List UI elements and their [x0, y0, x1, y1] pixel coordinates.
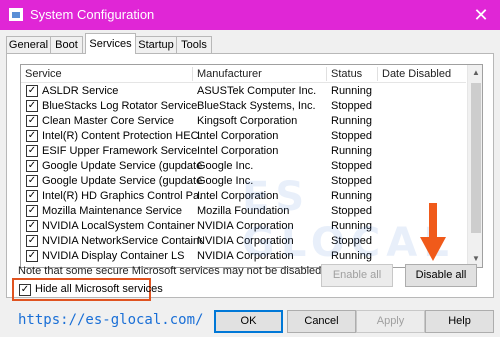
service-manufacturer: Mozilla Foundation [197, 205, 290, 217]
service-status: Running [331, 220, 372, 232]
hide-microsoft-highlight: ✓ Hide all Microsoft services [12, 278, 163, 301]
arrow-down-icon [420, 203, 446, 261]
service-checkbox[interactable]: ✓ [26, 205, 38, 217]
close-icon[interactable]: ✕ [466, 2, 496, 28]
service-checkbox[interactable]: ✓ [26, 235, 38, 247]
scroll-up-icon[interactable]: ▲ [468, 65, 482, 81]
enable-all-button[interactable]: Enable all [321, 264, 393, 287]
service-manufacturer: ASUSTek Computer Inc. [197, 85, 317, 97]
table-row[interactable]: ✓ BlueStacks Log Rotator Service BlueStack… [21, 99, 466, 114]
cancel-button[interactable]: Cancel [287, 310, 356, 333]
table-row[interactable]: ✓ Clean Master Core Service Kingsoft Corpo… [21, 114, 466, 129]
service-manufacturer: Intel Corporation [197, 190, 279, 202]
service-status: Stopped [331, 235, 372, 247]
service-manufacturer: Kingsoft Corporation [197, 115, 298, 127]
list-rows: ✓ ASLDR Service ASUSTek Computer Inc. Runni… [21, 84, 466, 264]
service-checkbox[interactable]: ✓ [26, 145, 38, 157]
service-name: Google Update Service (gupdatem) [42, 175, 202, 187]
table-row[interactable]: ✓ Intel(R) Content Protection HEC... Intel… [21, 129, 466, 144]
tab-tools[interactable]: Tools [176, 36, 212, 53]
column-header-status[interactable]: Status [327, 65, 378, 83]
service-status: Running [331, 145, 372, 157]
service-status: Running [331, 115, 372, 127]
tab-boot[interactable]: Boot [50, 36, 83, 53]
column-header-service[interactable]: Service [21, 65, 191, 83]
service-name: Intel(R) Content Protection HEC... [42, 130, 202, 142]
table-row[interactable]: ✓ Intel(R) HD Graphics Control Pa... Intel… [21, 189, 466, 204]
service-manufacturer: Google Inc. [197, 175, 254, 187]
apply-button[interactable]: Apply [356, 310, 425, 333]
service-name: BlueStacks Log Rotator Service [42, 100, 198, 112]
service-checkbox[interactable]: ✓ [26, 160, 38, 172]
service-manufacturer: Intel Corporation [197, 145, 279, 157]
vertical-scrollbar[interactable]: ▲ ▼ [467, 65, 482, 267]
service-name: Intel(R) HD Graphics Control Pa... [42, 190, 202, 202]
service-manufacturer: Intel Corporation [197, 130, 279, 142]
table-row[interactable]: ✓ NVIDIA LocalSystem Container NVIDIA Corp… [21, 219, 466, 234]
title-bar: System Configuration ✕ [0, 0, 500, 30]
table-row[interactable]: ✓ Mozilla Maintenance Service Mozilla Foun… [21, 204, 466, 219]
scroll-thumb[interactable] [471, 83, 481, 233]
service-manufacturer: NVIDIA Corporation [197, 235, 294, 247]
service-name: Clean Master Core Service [42, 115, 175, 127]
list-header: Service Manufacturer Status Date Disable… [21, 65, 466, 83]
service-checkbox[interactable]: ✓ [26, 190, 38, 202]
service-name: NVIDIA LocalSystem Container [42, 220, 195, 232]
service-checkbox[interactable]: ✓ [26, 175, 38, 187]
column-header-manufacturer[interactable]: Manufacturer [193, 65, 325, 83]
service-manufacturer: NVIDIA Corporation [197, 220, 294, 232]
service-checkbox[interactable]: ✓ [26, 100, 38, 112]
tab-general[interactable]: General [6, 36, 51, 53]
window-title: System Configuration [30, 7, 155, 22]
service-status: Stopped [331, 130, 372, 142]
tab-startup[interactable]: Startup [135, 36, 177, 53]
table-row[interactable]: ✓ Google Update Service (gupdatem) Google … [21, 174, 466, 189]
service-manufacturer: NVIDIA Corporation [197, 250, 294, 262]
service-name: NVIDIA NetworkService Container [42, 235, 202, 247]
service-status: Stopped [331, 100, 372, 112]
service-status: Stopped [331, 205, 372, 217]
system-configuration-icon [9, 8, 23, 21]
column-header-date-disabled[interactable]: Date Disabled [378, 65, 466, 83]
service-checkbox[interactable]: ✓ [26, 220, 38, 232]
service-name: ASLDR Service [42, 85, 119, 97]
service-checkbox[interactable]: ✓ [26, 250, 38, 262]
hide-microsoft-label[interactable]: Hide all Microsoft services [35, 283, 163, 295]
ok-button[interactable]: OK [214, 310, 283, 333]
service-name: ESIF Upper Framework Service [42, 145, 198, 157]
service-manufacturer: BlueStack Systems, Inc. [197, 100, 316, 112]
service-name: Google Update Service (gupdate) [42, 160, 202, 172]
service-status: Stopped [331, 160, 372, 172]
service-name: Mozilla Maintenance Service [42, 205, 183, 217]
table-row[interactable]: ✓ ASLDR Service ASUSTek Computer Inc. Runni… [21, 84, 466, 99]
service-name: NVIDIA Display Container LS [42, 250, 185, 262]
site-url: https://es-glocal.com/ [18, 312, 204, 328]
service-status: Running [331, 85, 372, 97]
service-checkbox[interactable]: ✓ [26, 130, 38, 142]
table-row[interactable]: ✓ Google Update Service (gupdate) Google I… [21, 159, 466, 174]
disable-all-button[interactable]: Disable all [405, 264, 477, 287]
service-manufacturer: Google Inc. [197, 160, 254, 172]
service-status: Stopped [331, 175, 372, 187]
services-list[interactable]: Service Manufacturer Status Date Disable… [20, 64, 483, 268]
secure-services-note: Note that some secure Microsoft services… [18, 265, 325, 277]
tab-services[interactable]: Services [85, 33, 136, 54]
service-status: Running [331, 190, 372, 202]
service-checkbox[interactable]: ✓ [26, 85, 38, 97]
service-checkbox[interactable]: ✓ [26, 115, 38, 127]
hide-microsoft-checkbox[interactable]: ✓ [19, 284, 31, 296]
table-row[interactable]: ✓ ESIF Upper Framework Service Intel Corpo… [21, 144, 466, 159]
table-row[interactable]: ✓ NVIDIA Display Container LS NVIDIA Corpo… [21, 249, 466, 264]
table-row[interactable]: ✓ NVIDIA NetworkService Container NVIDIA C… [21, 234, 466, 249]
service-status: Running [331, 250, 372, 262]
help-button[interactable]: Help [425, 310, 494, 333]
